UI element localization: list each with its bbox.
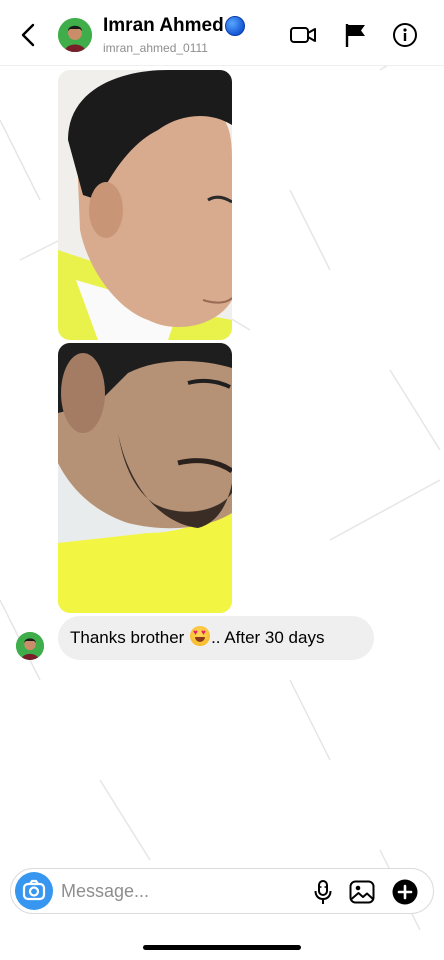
camera-button[interactable] bbox=[15, 872, 53, 910]
heart-eyes-emoji-icon bbox=[190, 626, 211, 646]
blue-circle-icon bbox=[224, 16, 245, 36]
contact-name-row[interactable]: Imran Ahmed bbox=[103, 15, 245, 39]
contact-username: imran_ahmed_0111 bbox=[103, 41, 208, 55]
message-text: .. After 30 days bbox=[211, 628, 325, 647]
home-indicator[interactable] bbox=[143, 945, 301, 950]
contact-name[interactable]: Imran Ahmed bbox=[103, 15, 224, 36]
microphone-icon[interactable] bbox=[309, 878, 337, 906]
plus-circle-icon[interactable] bbox=[391, 878, 419, 906]
message-photo[interactable] bbox=[58, 343, 232, 613]
avatar[interactable] bbox=[58, 18, 92, 52]
message-text: Thanks brother bbox=[70, 628, 190, 647]
info-icon[interactable] bbox=[391, 22, 419, 48]
chat-header: Imran Ahmed imran_ahmed_0111 bbox=[0, 0, 444, 66]
avatar[interactable] bbox=[16, 632, 44, 660]
camera-icon bbox=[22, 879, 46, 901]
message-bubble[interactable]: Thanks brother .. After 30 days bbox=[58, 616, 374, 660]
video-camera-icon[interactable] bbox=[289, 22, 317, 48]
flag-icon[interactable] bbox=[342, 22, 370, 48]
chevron-left-icon[interactable] bbox=[16, 20, 40, 50]
image-icon[interactable] bbox=[348, 878, 376, 906]
message-photo[interactable] bbox=[58, 70, 232, 340]
message-composer bbox=[10, 868, 434, 914]
message-input[interactable] bbox=[61, 875, 301, 907]
